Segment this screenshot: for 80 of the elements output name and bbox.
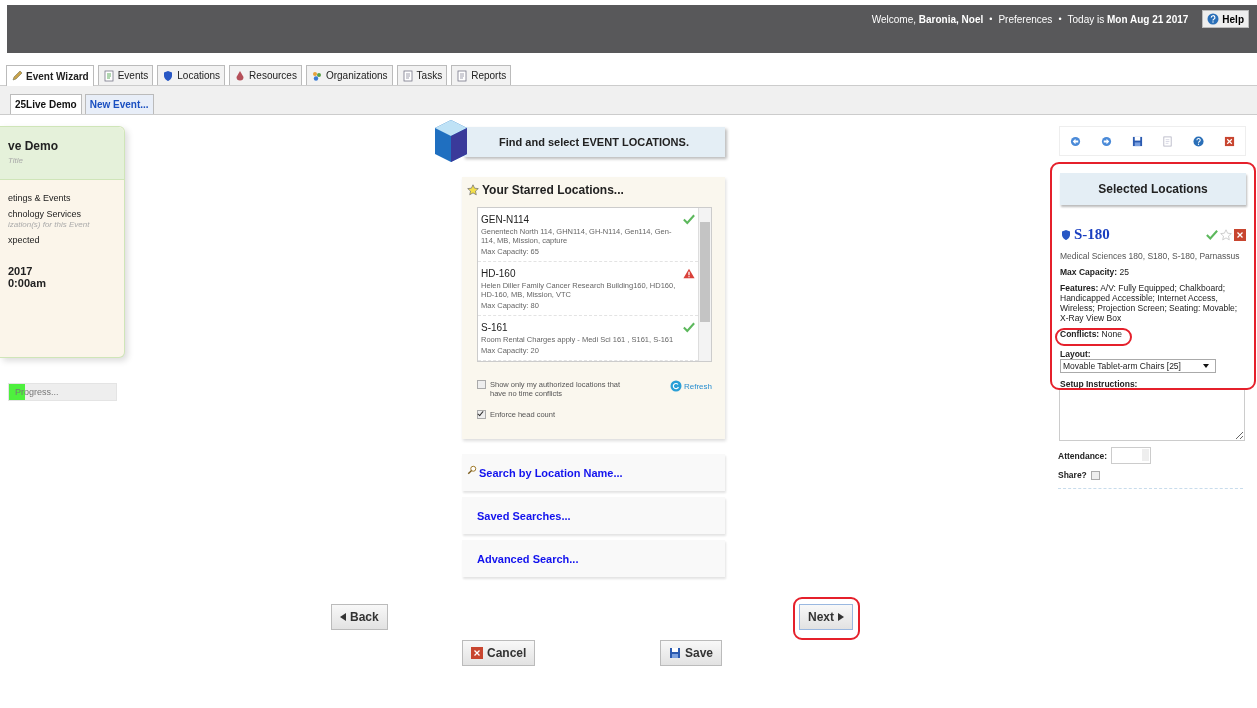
next-button[interactable]: Next bbox=[799, 604, 853, 630]
star-icon[interactable] bbox=[1220, 228, 1232, 241]
save-button[interactable]: Save bbox=[659, 640, 722, 666]
section-title: Selected Locations bbox=[1098, 182, 1208, 196]
back-arrow-icon[interactable] bbox=[1069, 135, 1081, 147]
search-icon bbox=[467, 464, 477, 475]
document-icon bbox=[102, 69, 115, 82]
welcome-text: Welcome, Baronia, Noel bbox=[871, 13, 984, 25]
back-button[interactable]: Back bbox=[331, 604, 388, 630]
search-link[interactable]: Search by Location Name... bbox=[479, 466, 623, 479]
nav-tab[interactable]: Reports bbox=[451, 65, 512, 85]
nav-tab[interactable]: Event Wizard bbox=[6, 65, 94, 86]
people-icon bbox=[310, 69, 323, 82]
share-label: Share? bbox=[1058, 470, 1087, 480]
location-name: GEN-N114 bbox=[481, 214, 531, 225]
remove-icon[interactable] bbox=[1234, 228, 1246, 241]
separator-dot: • bbox=[1058, 14, 1062, 24]
attendance-label: Attendance: bbox=[1058, 450, 1108, 461]
check-icon bbox=[1206, 228, 1218, 241]
layout-dropdown[interactable]: Movable Tablet-arm Chairs [25] bbox=[1060, 359, 1216, 373]
date-text: Today is Mon Aug 21 2017 bbox=[1067, 13, 1189, 25]
nav-tab[interactable]: Events bbox=[97, 65, 154, 85]
help-icon bbox=[1207, 13, 1220, 25]
check-icon bbox=[683, 322, 695, 333]
event-detail: etings & Events bbox=[8, 193, 72, 203]
star-icon bbox=[467, 184, 479, 196]
nav-tab[interactable]: Tasks bbox=[396, 65, 448, 85]
field-hint: ization(s) for this Event bbox=[8, 220, 91, 229]
location-description: Medical Sciences 180, S180, S-180, Parnassus bbox=[1060, 251, 1241, 261]
right-triangle-icon bbox=[838, 613, 844, 621]
scrollbar[interactable] bbox=[698, 208, 711, 361]
title-hint: Title bbox=[8, 156, 25, 165]
search-link[interactable]: Advanced Search... bbox=[477, 552, 579, 565]
help-icon[interactable] bbox=[1193, 135, 1205, 147]
share-checkbox[interactable] bbox=[1090, 470, 1100, 480]
save-icon[interactable] bbox=[1131, 135, 1143, 147]
event-detail: xpected bbox=[8, 235, 41, 245]
capacity-text: Max Capacity: 25 bbox=[1060, 267, 1130, 277]
location-link[interactable]: S-180 bbox=[1074, 226, 1110, 243]
check-icon bbox=[683, 214, 695, 225]
help-button[interactable]: Help bbox=[1202, 10, 1249, 28]
document-icon bbox=[401, 69, 414, 82]
attendance-field[interactable] bbox=[1111, 447, 1152, 464]
location-name: S-161 bbox=[481, 322, 509, 333]
refresh-icon bbox=[670, 380, 682, 392]
setup-instructions-field[interactable] bbox=[1059, 389, 1245, 441]
close-icon bbox=[471, 647, 483, 659]
event-tab[interactable]: 25Live Demo bbox=[10, 94, 82, 114]
location-name: HD-160 bbox=[481, 268, 517, 279]
refresh-link[interactable]: Refresh bbox=[670, 380, 712, 392]
panel-title: Your Starred Locations... bbox=[482, 183, 624, 197]
pencil-icon bbox=[11, 70, 23, 82]
event-detail: chnology Services bbox=[8, 209, 83, 219]
separator-dot: • bbox=[989, 14, 993, 24]
checkbox[interactable] bbox=[477, 380, 486, 389]
close-icon[interactable] bbox=[1224, 135, 1236, 147]
shield-icon bbox=[162, 69, 175, 82]
forward-arrow-icon[interactable] bbox=[1100, 135, 1112, 147]
event-tab[interactable]: New Event... bbox=[84, 94, 154, 114]
document-icon bbox=[456, 69, 469, 82]
event-date: 0:00am bbox=[8, 277, 47, 289]
search-link[interactable]: Saved Searches... bbox=[477, 509, 571, 522]
shield-icon bbox=[1060, 228, 1072, 241]
conflicts-text: Conflicts: None bbox=[1060, 329, 1122, 339]
left-triangle-icon bbox=[340, 613, 346, 621]
cube-icon bbox=[435, 118, 467, 164]
preferences-link[interactable]: Preferences bbox=[998, 13, 1053, 25]
layout-label: Layout: bbox=[1060, 349, 1092, 359]
warning-icon bbox=[683, 268, 695, 279]
save-icon bbox=[668, 647, 681, 659]
checkbox[interactable] bbox=[477, 410, 486, 419]
event-date: 2017 bbox=[8, 265, 34, 277]
features-text: Features: A/V: Fully Equipped; Chalkboard; Handicapped Accessible; Internet Access, Wireless; Projection Screen; Seating: Movable; X-Ray View Box bbox=[1060, 283, 1239, 323]
setup-label: Setup Instructions: bbox=[1060, 379, 1139, 388]
nav-tab[interactable]: Resources bbox=[229, 65, 302, 85]
cancel-button[interactable]: Cancel bbox=[462, 640, 536, 666]
wizard-step-text: Find and select EVENT LOCATIONS. bbox=[499, 135, 689, 148]
event-title: ve Demo bbox=[8, 139, 60, 153]
nav-tab[interactable]: Locations bbox=[157, 65, 226, 85]
nav-tab[interactable]: Organizations bbox=[305, 65, 393, 85]
